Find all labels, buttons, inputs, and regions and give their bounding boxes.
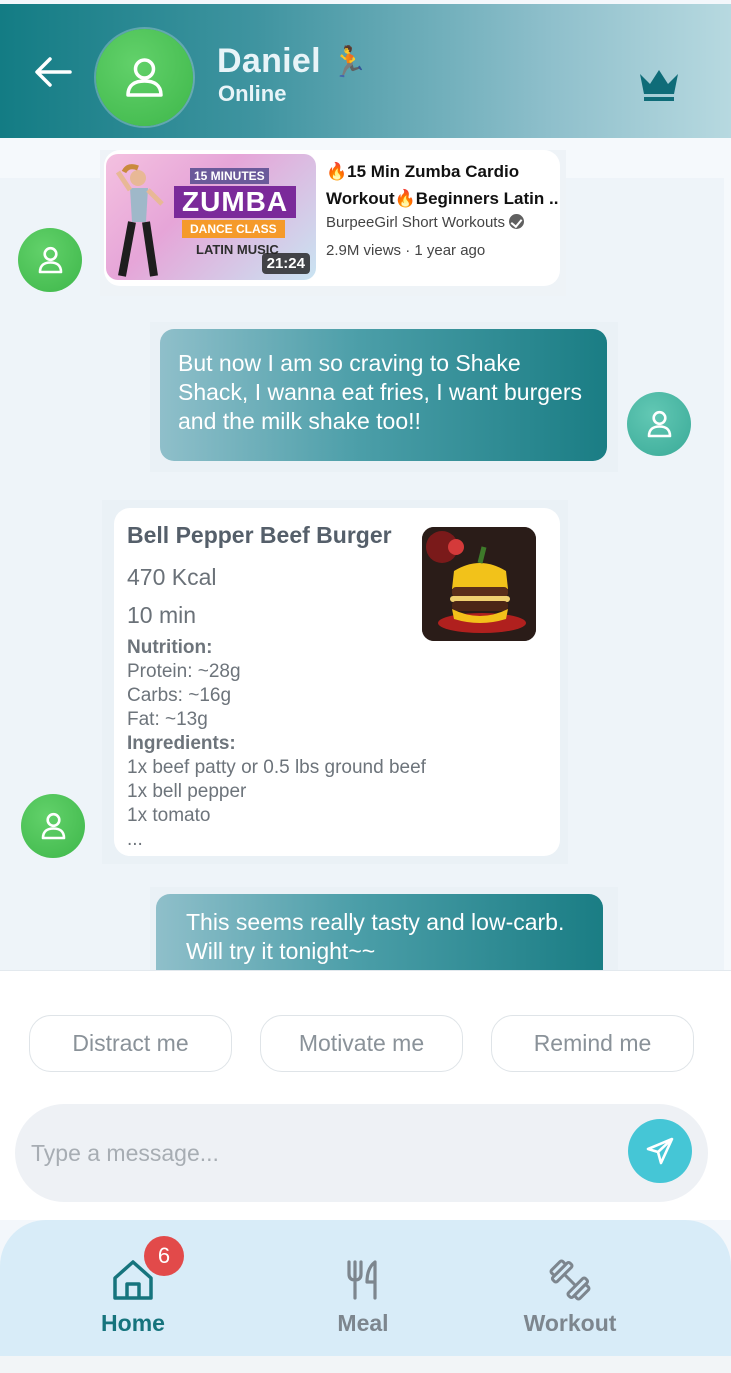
message-input[interactable] [31, 1132, 591, 1174]
chat-header: Daniel 🏃 Online [0, 4, 731, 138]
dumbbell-icon [549, 1259, 591, 1301]
arrow-left-icon [35, 57, 72, 87]
crown-icon [640, 70, 678, 101]
recipe-details: Nutrition: Protein: ~28g Carbs: ~16g Fat… [127, 636, 426, 852]
notification-badge: 6 [144, 1236, 184, 1276]
runner-emoji: 🏃 [330, 46, 369, 79]
thumb-text-minutes: 15 MINUTES [190, 168, 269, 184]
video-channel[interactable]: BurpeeGirl Short Workouts [326, 214, 524, 231]
video-card[interactable]: 15 MINUTES ZUMBA DANCE CLASS LATIN MUSIC… [104, 150, 560, 286]
video-title-line2: Workout🔥Beginners Latin .. [326, 189, 559, 208]
bottom-nav: Home 6 Meal Workout [0, 1220, 731, 1356]
user-avatar [627, 392, 691, 456]
recipe-card[interactable]: Bell Pepper Beef Burger 470 Kcal 10 min [114, 508, 560, 856]
recipe-time: 10 min [127, 602, 197, 628]
user-icon [647, 410, 672, 438]
nav-meal[interactable]: Meal [283, 1258, 443, 1348]
user-icon [41, 812, 66, 840]
thumb-text-zumba: ZUMBA [174, 186, 297, 218]
bot-avatar [18, 228, 82, 292]
send-icon [646, 1137, 674, 1165]
contact-name-text: Daniel [217, 42, 321, 80]
back-button[interactable] [30, 54, 76, 90]
video-meta: 2.9M views · 1 year ago [326, 242, 486, 259]
burger-image [422, 527, 536, 641]
online-status: Online [218, 81, 287, 106]
quick-reply-distract[interactable]: Distract me [29, 1015, 232, 1072]
user-message-bubble[interactable]: This seems really tasty and low-carb. Wi… [156, 894, 603, 970]
nutrition-fat: Fat: ~13g [127, 709, 208, 730]
channel-name: BurpeeGirl Short Workouts [326, 214, 505, 231]
message-list[interactable]: 15 MINUTES ZUMBA DANCE CLASS LATIN MUSIC… [0, 138, 731, 970]
user-icon [126, 58, 163, 97]
bot-avatar [21, 794, 85, 858]
message-input-bar [15, 1104, 708, 1202]
quick-reply-motivate[interactable]: Motivate me [260, 1015, 463, 1072]
nav-meal-label: Meal [337, 1310, 389, 1336]
contact-avatar[interactable] [96, 29, 193, 126]
nutrition-header: Nutrition: [127, 637, 213, 658]
ingredient-item: 1x beef patty or 0.5 lbs ground beef [127, 757, 426, 778]
verified-icon [508, 214, 524, 229]
composer-area: Distract me Motivate me Remind me [0, 970, 731, 1220]
nav-workout-label: Workout [523, 1310, 617, 1336]
premium-button[interactable] [636, 66, 682, 104]
user-icon [38, 246, 63, 274]
user-message-text: This seems really tasty and low-carb. Wi… [186, 909, 565, 964]
recipe-title: Bell Pepper Beef Burger [127, 522, 392, 548]
nav-workout[interactable]: Workout [490, 1258, 650, 1348]
ingredients-header: Ingredients: [127, 733, 236, 754]
video-title[interactable]: 🔥15 Min Zumba Cardio Workout🔥Beginners L… [326, 158, 560, 212]
video-title-line1: 🔥15 Min Zumba Cardio [326, 162, 520, 181]
user-message-bubble[interactable]: But now I am so craving to Shake Shack, … [160, 329, 607, 461]
send-button[interactable] [628, 1119, 692, 1183]
ingredient-more: ... [127, 829, 143, 850]
recipe-image[interactable] [422, 527, 536, 641]
nutrition-carbs: Carbs: ~16g [127, 685, 232, 706]
fork-knife-icon [347, 1260, 377, 1300]
user-message-text: But now I am so craving to Shake Shack, … [178, 350, 582, 434]
nav-home-label: Home [101, 1310, 165, 1336]
dancer-figure [115, 164, 164, 277]
video-duration: 21:24 [261, 253, 310, 274]
thumb-text-dance: DANCE CLASS [182, 220, 285, 238]
video-thumbnail[interactable]: 15 MINUTES ZUMBA DANCE CLASS LATIN MUSIC… [106, 154, 316, 280]
quick-reply-remind[interactable]: Remind me [491, 1015, 694, 1072]
nutrition-protein: Protein: ~28g [127, 661, 241, 682]
recipe-calories: 470 Kcal [127, 564, 217, 590]
ingredient-item: 1x bell pepper [127, 781, 247, 802]
nav-home[interactable]: Home [53, 1258, 213, 1348]
home-indicator-area [0, 1356, 731, 1373]
chat-screen: Daniel 🏃 Online 15 MINUTES ZUMBA DANCE C… [0, 0, 731, 1373]
ingredient-item: 1x tomato [127, 805, 211, 826]
contact-name: Daniel 🏃 [217, 42, 368, 81]
